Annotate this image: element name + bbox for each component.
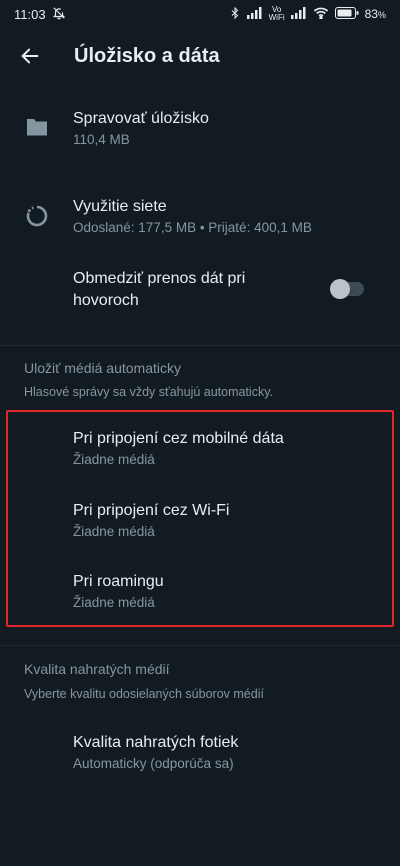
limit-calls-label-line2: hovoroch <box>73 292 139 309</box>
wifi-value: Žiadne médiá <box>73 524 155 539</box>
wifi-label: Pri pripojení cez Wi-Fi <box>73 502 230 519</box>
roaming-value: Žiadne médiá <box>73 595 155 610</box>
wifi-icon <box>313 7 329 22</box>
status-bar: 11:03 Vo WiFi 83% <box>14 5 386 23</box>
mobile-data-value: Žiadne médiá <box>73 452 155 467</box>
manage-storage-label: Spravovať úložisko <box>73 110 209 127</box>
network-usage-label: Využitie siete <box>73 198 167 215</box>
auto-download-wifi-row[interactable]: Pri pripojení cez Wi-Fi Žiadne médiá <box>0 492 400 552</box>
manage-storage-value: 110,4 MB <box>73 132 130 147</box>
network-usage-row[interactable]: Využitie siete Odoslané: 177,5 MB • Prij… <box>0 188 400 248</box>
battery-level: 83 <box>364 7 378 21</box>
network-usage-icon <box>24 203 50 229</box>
signal-icon <box>246 6 263 22</box>
signal-icon-2 <box>290 6 307 22</box>
auto-download-roaming-row[interactable]: Pri roamingu Žiadne médiá <box>0 563 400 623</box>
roaming-label: Pri roamingu <box>73 573 164 590</box>
network-usage-value: Odoslané: 177,5 MB • Prijaté: 400,1 MB <box>73 220 312 235</box>
divider <box>0 345 400 346</box>
divider <box>0 645 400 646</box>
upload-quality-header: Kvalita nahratých médií <box>24 661 170 677</box>
auto-download-header: Uložiť médiá automaticky <box>24 360 181 376</box>
battery-icon <box>334 6 359 22</box>
auto-download-mobile-row[interactable]: Pri pripojení cez mobilné dáta Žiadne mé… <box>0 420 400 480</box>
limit-calls-row[interactable]: Obmedziť prenos dát pri hovoroch <box>0 262 400 322</box>
photo-quality-value: Automaticky (odporúča sa) <box>73 756 234 771</box>
mobile-data-label: Pri pripojení cez mobilné dáta <box>73 430 284 447</box>
manage-storage-row[interactable]: Spravovať úložisko 110,4 MB <box>0 100 400 160</box>
toggle-knob <box>330 279 350 299</box>
app-bar: Úložisko a dáta <box>0 28 400 84</box>
bluetooth-icon <box>229 6 241 23</box>
back-arrow-icon[interactable] <box>2 28 58 84</box>
auto-download-subtitle: Hlasové správy sa vždy sťahujú automatic… <box>24 385 274 399</box>
page-title: Úložisko a dáta <box>74 44 220 67</box>
folder-icon <box>24 114 50 140</box>
photo-quality-label: Kvalita nahratých fotiek <box>73 734 239 751</box>
mute-notifications-icon <box>52 6 66 23</box>
status-time: 11:03 <box>14 6 46 22</box>
upload-quality-subtitle: Vyberte kvalitu odosielaných súborov méd… <box>24 687 264 701</box>
vowifi-icon: Vo WiFi <box>268 5 285 22</box>
limit-calls-label-line1: Obmedziť prenos dát pri <box>73 270 246 287</box>
limit-calls-toggle[interactable] <box>330 279 364 299</box>
photo-quality-row[interactable]: Kvalita nahratých fotiek Automaticky (od… <box>0 724 400 784</box>
